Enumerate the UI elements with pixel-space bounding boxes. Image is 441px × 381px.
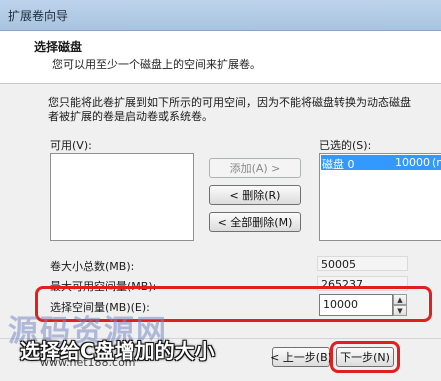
window-title: 扩展卷向导 [8,9,69,23]
remove-button[interactable]: < 删除(R) [209,185,301,205]
description-line-1: 您只能将此卷扩展到如下所示的可用空间，因为不能将磁盘转换为动态磁盘 [48,96,411,109]
selected-disk-row[interactable]: 磁盘 0 10000 (n [321,155,441,170]
selected-disk-size: 10000 [395,156,430,169]
page-subtitle: 您可以用至少一个磁盘上的空间来扩展卷。 [52,58,261,71]
add-button[interactable]: 添加(A) > [209,158,301,178]
description-line-2: 者被扩展的卷是启动卷或系统卷。 [48,110,213,123]
available-label: 可用(V): [50,139,92,152]
selected-label: 已选的(S): [319,139,372,152]
page-title: 选择磁盘 [34,40,83,54]
title-bar: 扩展卷向导 [0,0,441,31]
selected-disk-extra: (n [432,156,441,169]
total-size-value: 50005 [317,256,408,271]
wizard-header: 选择磁盘 您可以用至少一个磁盘上的空间来扩展卷。 [0,31,441,84]
selected-listbox[interactable]: 磁盘 0 10000 (n [319,153,441,241]
highlight-next-button [330,341,400,373]
annotation-caption: 选择给C盘增加的大小 [20,339,215,363]
remove-all-button[interactable]: < 全部删除(M) [209,212,301,232]
back-button[interactable]: < 上一步(B) [270,347,332,367]
description: 您只能将此卷扩展到如下所示的可用空间，因为不能将磁盘转换为动态磁盘 者被扩展的卷… [48,96,441,124]
available-listbox[interactable] [50,153,194,241]
total-size-label: 卷大小总数(MB): [50,260,135,273]
selected-disk-name: 磁盘 0 [322,158,355,170]
